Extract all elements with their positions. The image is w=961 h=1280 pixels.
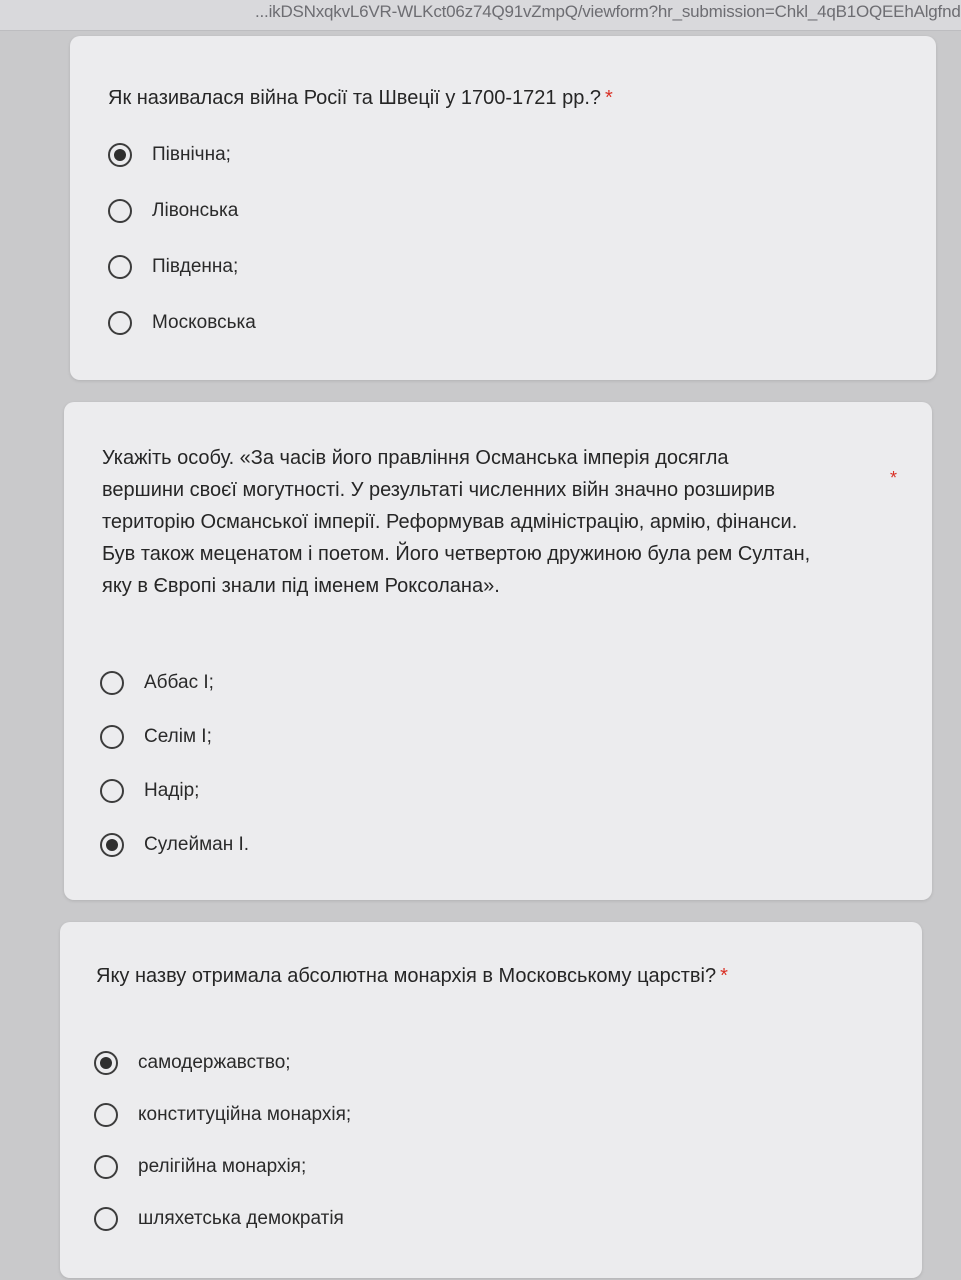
radio-button-selected[interactable] <box>100 833 124 857</box>
radio-option[interactable]: Лівонська <box>108 194 238 228</box>
required-mark: * <box>890 468 898 488</box>
option-label: Південна; <box>152 256 239 277</box>
question-title: Яку назву отримала абсолютна монархія в … <box>96 965 728 987</box>
question-title: Як називалася війна Росії та Швеції у 17… <box>108 87 613 109</box>
radio-option[interactable]: Сулейман I. <box>100 828 249 862</box>
radio-button[interactable] <box>108 255 132 279</box>
question-card-1: Як називалася війна Росії та Швеції у 17… <box>70 36 936 380</box>
radio-button[interactable] <box>94 1207 118 1231</box>
radio-button-selected[interactable] <box>108 143 132 167</box>
browser-address-bar[interactable]: ...ikDSNxqkvL6VR-WLKct06z74Q91vZmpQ/view… <box>0 0 961 31</box>
option-label: Селім I; <box>144 726 212 747</box>
radio-button[interactable] <box>94 1103 118 1127</box>
radio-option[interactable]: самодержавство; <box>94 1046 291 1080</box>
radio-option[interactable]: Селім I; <box>100 720 212 754</box>
option-label: конституційна монархія; <box>138 1104 352 1125</box>
question-title-line: яку в Європі знали під іменем Роксолана»… <box>102 575 500 597</box>
radio-button[interactable] <box>108 199 132 223</box>
url-text: ...ikDSNxqkvL6VR-WLKct06z74Q91vZmpQ/view… <box>255 2 961 21</box>
option-label: Північна; <box>152 144 231 165</box>
radio-option[interactable]: Південна; <box>108 250 238 284</box>
option-label: Сулейман I. <box>144 834 250 855</box>
question-title-line: Був також меценатом і поетом. Його четве… <box>102 543 811 565</box>
radio-option[interactable]: релігійна монархія; <box>94 1150 306 1184</box>
required-mark: * <box>720 965 728 987</box>
radio-option[interactable]: Московська <box>108 306 256 340</box>
option-label: самодержавство; <box>138 1052 291 1073</box>
radio-button[interactable] <box>100 671 124 695</box>
radio-button[interactable] <box>94 1155 118 1179</box>
radio-option[interactable]: конституційна монархія; <box>94 1098 351 1132</box>
radio-option[interactable]: Аббас I; <box>100 666 214 700</box>
question-card-2: Укажіть особу. «За часів його правління … <box>64 402 932 900</box>
option-label: Московська <box>152 312 256 333</box>
radio-option[interactable]: Надір; <box>100 774 199 808</box>
option-label: релігійна монархія; <box>138 1156 307 1177</box>
option-label: Аббас I; <box>144 672 214 693</box>
question-card-3: Яку назву отримала абсолютна монархія в … <box>60 922 922 1278</box>
radio-option[interactable]: Північна; <box>108 138 231 172</box>
option-label: шляхетська демократія <box>138 1208 344 1229</box>
required-mark: * <box>605 87 613 109</box>
question-title-line: вершини своєї могутності. У результаті ч… <box>102 479 775 501</box>
radio-button-selected[interactable] <box>94 1051 118 1075</box>
option-label: Лівонська <box>152 200 239 221</box>
question-title-line: територію Османської імперії. Реформував… <box>102 511 798 533</box>
radio-button[interactable] <box>108 311 132 335</box>
question-title-line: Укажіть особу. «За часів його правління … <box>102 447 729 469</box>
radio-button[interactable] <box>100 779 124 803</box>
radio-button[interactable] <box>100 725 124 749</box>
question-title: Укажіть особу. «За часів його правління … <box>102 442 892 602</box>
radio-option[interactable]: шляхетська демократія <box>94 1202 344 1236</box>
option-label: Надір; <box>144 780 200 801</box>
